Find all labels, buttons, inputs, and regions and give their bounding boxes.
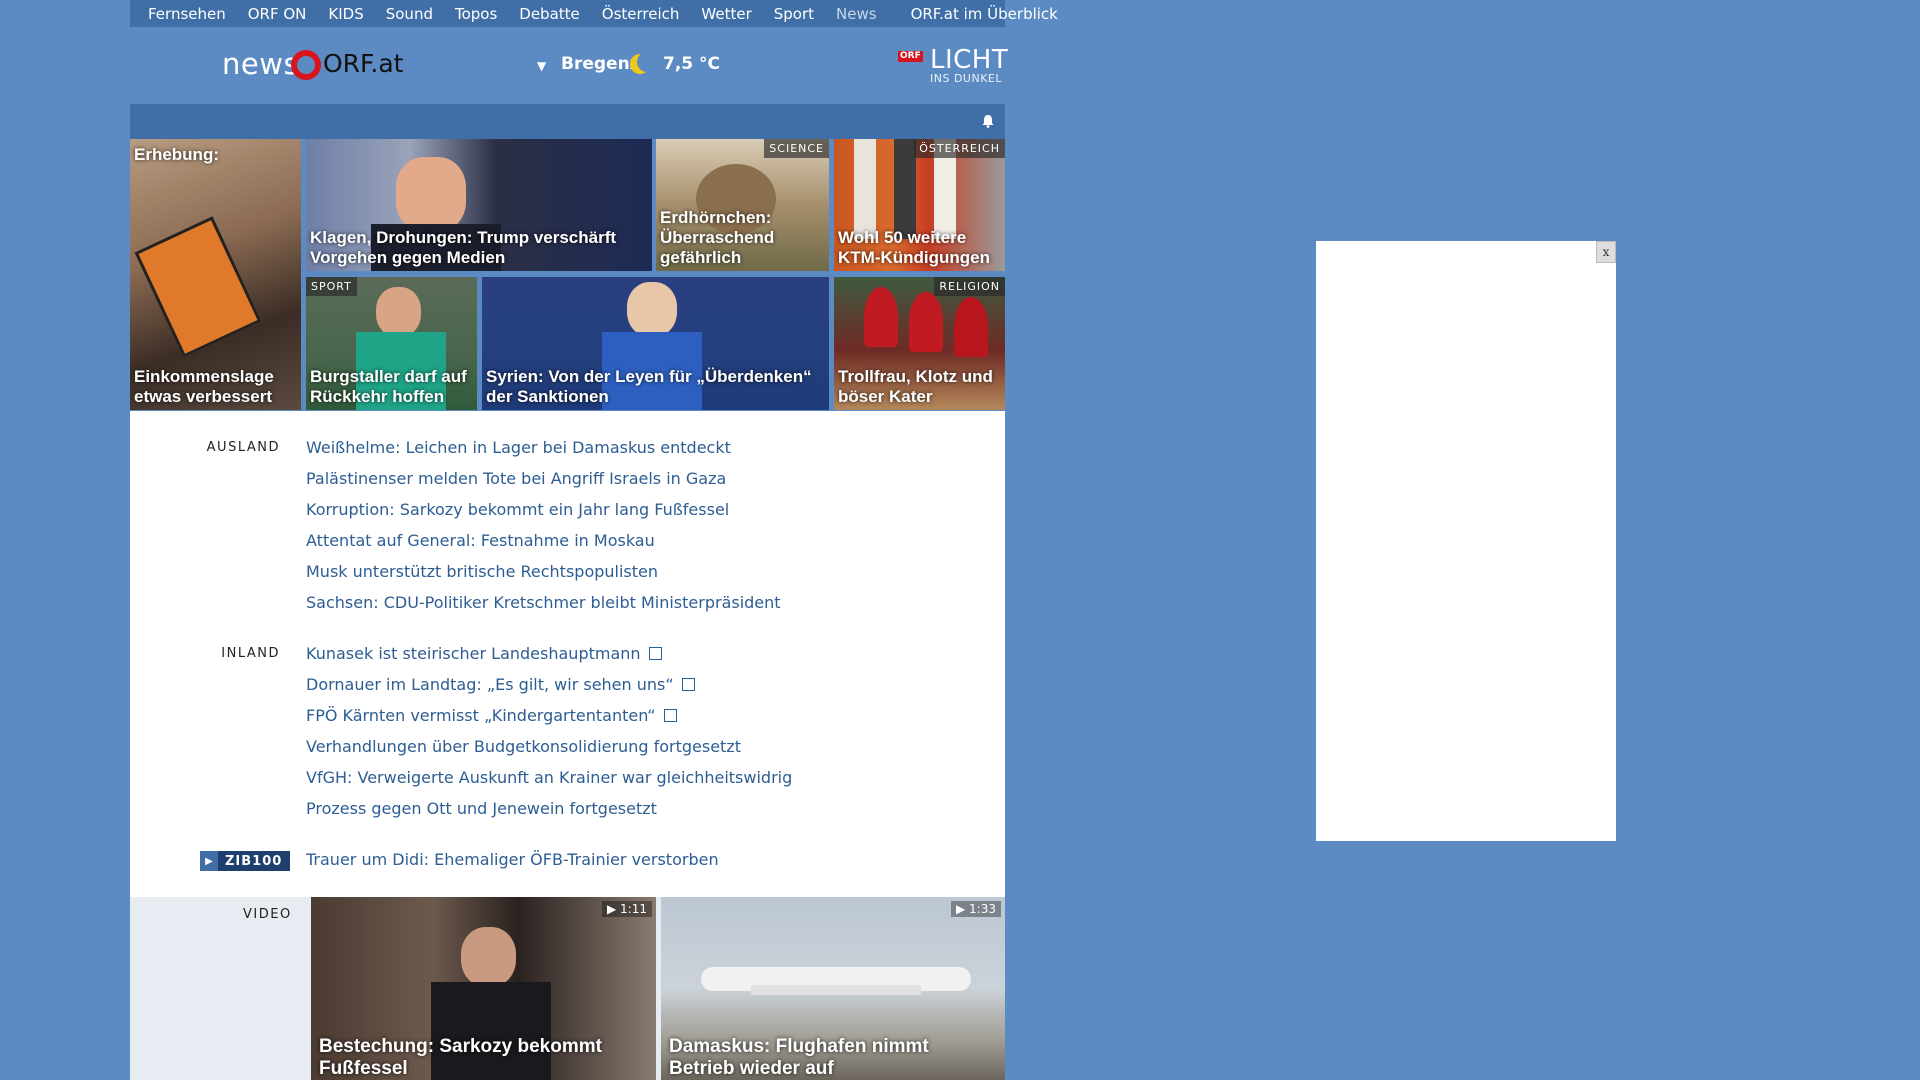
nav-orf-overview[interactable]: ORF.at im Überblick: [911, 5, 1058, 23]
nav-news[interactable]: News: [836, 5, 877, 23]
teaser-caption: Syrien: Von der Leyen für „Überdenken“ d…: [486, 367, 812, 406]
news-item-external[interactable]: Dornauer im Landtag: „Es gilt, wir sehen…: [306, 675, 695, 694]
teaser-image-3: [954, 297, 988, 357]
news-item[interactable]: Verhandlungen über Budgetkonsolidierung …: [306, 737, 741, 756]
nav-fernsehen[interactable]: Fernsehen: [148, 5, 226, 23]
logo-orf-text[interactable]: ORF.at: [323, 49, 403, 78]
teaser-kicker: Erhebung:: [134, 145, 219, 164]
teaser-image-2: [909, 292, 943, 352]
teaser-image-2: [894, 139, 916, 239]
video-tile-sarkozy[interactable]: ▶ 1:11 Bestechung: Sarkozy bekommt Fußfe…: [311, 897, 656, 1080]
nav-kids[interactable]: KIDS: [328, 5, 363, 23]
section-label-video: VIDEO: [243, 907, 292, 922]
teaser-caption: Einkommenslage etwas verbessert: [134, 367, 274, 406]
teaser-tile-einkommenslage[interactable]: Erhebung: Einkommenslage etwas verbesser…: [130, 139, 301, 410]
news-item-text: Dornauer im Landtag: „Es gilt, wir sehen…: [306, 675, 674, 694]
teaser-tile-von-der-leyen[interactable]: Syrien: Von der Leyen für „Überdenken“ d…: [482, 277, 829, 410]
teaser-image: [376, 287, 421, 337]
teaser-image: [864, 287, 898, 347]
teaser-caption: Erdhörnchen: Überraschend gefährlich: [660, 208, 775, 267]
advertisement-box: x: [1316, 241, 1616, 841]
news-item[interactable]: Prozess gegen Ott und Jenewein fortgeset…: [306, 799, 657, 818]
nav-orf-on[interactable]: ORF ON: [248, 5, 307, 23]
teaser-image: [134, 216, 262, 358]
licht-ins-dunkel-title[interactable]: LICHT: [930, 45, 1008, 75]
category-tag: SCIENCE: [764, 139, 829, 158]
video-duration: ▶ 1:11: [602, 901, 652, 917]
news-item-external[interactable]: FPÖ Kärnten vermisst „Kindergartentanten…: [306, 706, 677, 725]
zib100-label: ZIB100: [225, 853, 283, 869]
licht-ins-dunkel-subtitle[interactable]: INS DUNKEL: [930, 72, 1002, 85]
weather-temperature[interactable]: 7,5 °C: [663, 54, 720, 74]
news-item[interactable]: Trauer um Didi: Ehemaliger ÖFB-Trainier …: [306, 850, 719, 869]
video-thumbnail: [461, 927, 516, 987]
news-item[interactable]: Attentat auf General: Festnahme in Moska…: [306, 531, 655, 550]
orf-badge-logo: ORF: [898, 51, 923, 62]
logo-news-text[interactable]: news: [222, 47, 299, 81]
teaser-tile-trump[interactable]: Klagen, Drohungen: Trump verschärft Vorg…: [306, 139, 652, 271]
site-header: news ORF.at ▼ Bregenz 7,5 °C ORF LICHT I…: [130, 27, 1008, 104]
news-item-text: Kunasek ist steirischer Landeshauptmann: [306, 644, 641, 663]
video-thumbnail-wing: [751, 985, 921, 995]
teaser-tile-burgstaller[interactable]: SPORT Burgstaller darf auf Rückkehr hoff…: [306, 277, 477, 410]
category-tag: SPORT: [306, 277, 357, 296]
video-section: VIDEO ▶ 1:11 Bestechung: Sarkozy bekommt…: [130, 897, 1005, 1080]
external-link-icon: [663, 709, 677, 722]
news-item[interactable]: VfGH: Verweigerte Auskunft an Krainer wa…: [306, 768, 792, 787]
moon-icon: [630, 52, 657, 74]
location-dropdown-icon[interactable]: ▼: [537, 59, 546, 73]
play-icon: ▶: [200, 851, 218, 871]
news-item[interactable]: Musk unterstützt britische Rechtspopulis…: [306, 562, 658, 581]
top-navigation: Fernsehen ORF ON KIDS Sound Topos Debatt…: [130, 0, 1058, 27]
news-item[interactable]: Korruption: Sarkozy bekommt ein Jahr lan…: [306, 500, 729, 519]
news-list: AUSLAND Weißhelme: Leichen in Lager bei …: [130, 411, 1005, 897]
teaser-caption: Trollfrau, Klotz und böser Kater: [838, 367, 993, 406]
nav-debatte[interactable]: Debatte: [519, 5, 579, 23]
teaser-tile-erdhoernchen[interactable]: SCIENCE Erdhörnchen: Überraschend gefähr…: [656, 139, 829, 271]
nav-topos[interactable]: Topos: [455, 5, 497, 23]
video-caption: Damaskus: Flughafen nimmt Betrieb wieder…: [669, 1036, 929, 1079]
nav-sport[interactable]: Sport: [774, 5, 814, 23]
nav-wetter[interactable]: Wetter: [701, 5, 751, 23]
bell-icon[interactable]: [981, 114, 995, 128]
teaser-caption: Klagen, Drohungen: Trump verschärft Vorg…: [310, 228, 617, 267]
weather-location[interactable]: Bregenz: [561, 54, 640, 74]
news-item[interactable]: Sachsen: CDU-Politiker Kretschmer bleibt…: [306, 593, 781, 612]
video-duration: ▶ 1:33: [951, 901, 1001, 917]
teaser-image: [396, 157, 466, 232]
teaser-caption: Burgstaller darf auf Rückkehr hoffen: [310, 367, 467, 406]
external-link-icon: [681, 678, 695, 691]
external-link-icon: [648, 647, 662, 660]
teaser-tile-ktm[interactable]: ÖSTERREICH Wohl 50 weitere KTM-Kündigung…: [834, 139, 1005, 271]
zib100-badge[interactable]: ▶ ZIB100: [200, 851, 290, 871]
teaser-image: [627, 282, 677, 337]
teaser-tile-trollfrau[interactable]: RELIGION Trollfrau, Klotz und böser Kate…: [834, 277, 1005, 410]
news-item-external[interactable]: Kunasek ist steirischer Landeshauptmann: [306, 644, 662, 663]
teaser-image: [854, 139, 876, 239]
video-tile-damaskus[interactable]: ▶ 1:33 Damaskus: Flughafen nimmt Betrieb…: [661, 897, 1005, 1080]
teaser-caption: Wohl 50 weitere KTM-Kündigungen: [838, 228, 991, 267]
close-ad-button[interactable]: x: [1596, 241, 1616, 263]
nav-sound[interactable]: Sound: [386, 5, 433, 23]
category-tag: RELIGION: [934, 277, 1005, 296]
news-item-text: FPÖ Kärnten vermisst „Kindergartentanten…: [306, 706, 656, 725]
news-item[interactable]: Palästinenser melden Tote bei Angriff Is…: [306, 469, 726, 488]
video-caption: Bestechung: Sarkozy bekommt Fußfessel: [319, 1036, 602, 1079]
section-label-ausland[interactable]: AUSLAND: [130, 440, 280, 455]
news-item[interactable]: Weißhelme: Leichen in Lager bei Damaskus…: [306, 438, 731, 457]
nav-oesterreich[interactable]: Österreich: [602, 5, 680, 23]
orf-ring-icon[interactable]: [291, 50, 321, 80]
notification-bar: [130, 104, 1005, 139]
section-label-inland[interactable]: INLAND: [130, 646, 280, 661]
category-tag: ÖSTERREICH: [914, 139, 1005, 158]
